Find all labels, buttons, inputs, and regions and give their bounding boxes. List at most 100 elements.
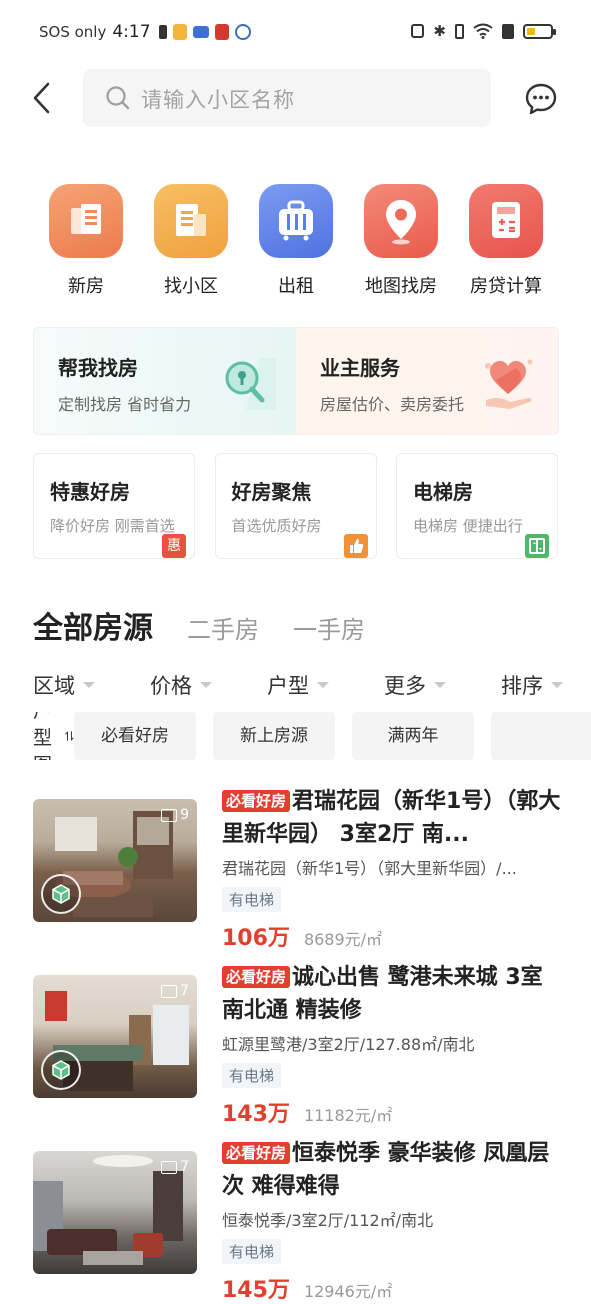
feature-cards: 特惠好房 降价好房 刚需首选 惠 好房聚焦 首选优质好房 电梯房 电梯房 便捷出… (33, 453, 558, 559)
elevator-tag: 有电梯 (222, 887, 282, 912)
unit-price: 8689元/㎡ (303, 930, 383, 949)
filter-more[interactable]: 更多 (384, 670, 446, 700)
new-house-icon (49, 184, 123, 258)
caret-down-icon (83, 682, 95, 688)
must-see-tag: 必看好房 (222, 1142, 291, 1164)
battery-icon (523, 23, 556, 39)
price-line: 106万 8689元/㎡ (222, 920, 562, 952)
quick-entry-map[interactable]: 地图找房 (349, 184, 453, 298)
quick-entry-community[interactable]: 找小区 (139, 184, 243, 298)
caret-down-icon (317, 682, 329, 688)
photo-count: 7 (161, 1159, 189, 1175)
listing-subtitle: 虹源里鹭港/3室2厅/127.88㎡/南北 (222, 1035, 475, 1054)
photo-count: 9 (161, 807, 189, 823)
listing-item[interactable]: 9 必看好房 君瑞花园（新华1号）（郭大里新华园） 3室2厅 南... 君瑞花园（… (33, 789, 573, 951)
vr-tour-icon[interactable] (41, 1050, 81, 1090)
quick-entry-label: 房贷计算 (470, 276, 542, 297)
listing-info: 必看好房 君瑞花园（新华1号）（郭大里新华园） 3室2厅 南... 君瑞花园（新华… (222, 785, 562, 952)
quick-entry-rent[interactable]: 出租 (244, 184, 348, 298)
listing-photo[interactable]: 7 (33, 975, 197, 1098)
unit-price: 12946元/㎡ (303, 1282, 393, 1301)
quick-entry-loan-calculator[interactable]: 房贷计算 (454, 184, 558, 298)
filter-area[interactable]: 区域 (33, 670, 95, 700)
sim-icon (158, 25, 167, 39)
chip-must-see[interactable]: 必看好房 (74, 712, 197, 760)
tab-new-house[interactable]: 一手房 (293, 610, 365, 645)
tab-all-listings[interactable]: 全部房源 (33, 603, 153, 647)
filter-price[interactable]: 价格 (150, 670, 212, 700)
alert-icon (502, 23, 514, 39)
caret-down-icon (551, 682, 563, 688)
clock-time: 4:17 (112, 22, 151, 42)
quick-entry-label: 地图找房 (365, 276, 437, 297)
vibrate-icon (455, 23, 464, 39)
caret-down-icon (434, 682, 446, 688)
price-line: 145万 12946元/㎡ (222, 1272, 562, 1304)
filter-label: 户型 (267, 674, 309, 698)
total-price: 145万 (222, 1278, 290, 1303)
filter-sort[interactable]: 排序 (501, 670, 563, 700)
listing-subtitle: 恒泰悦季/3室2厅/112㎡/南北 (222, 1211, 434, 1230)
notification-app-icon (172, 24, 187, 40)
quick-filter-chips: 户型图 必看好房 新上房源 满两年 (33, 712, 591, 760)
filter-label: 排序 (501, 674, 543, 698)
feature-card-discount[interactable]: 特惠好房 降价好房 刚需首选 惠 (33, 453, 195, 559)
photo-gallery-icon (161, 984, 178, 998)
elevator-tag: 有电梯 (222, 1063, 282, 1088)
elevator-badge-icon (525, 534, 549, 558)
thumbs-up-badge-icon (343, 534, 368, 558)
quick-entry-new-house[interactable]: 新房 (34, 184, 138, 298)
search-icon (106, 86, 130, 110)
photo-gallery-icon (161, 1160, 178, 1174)
search-placeholder: 请输入小区名称 (141, 88, 295, 112)
listing-subtitle: 君瑞花园（新华1号）（郭大里新华园）/... (222, 859, 517, 878)
chip-new-listings[interactable]: 新上房源 (213, 712, 336, 760)
feature-card-focus[interactable]: 好房聚焦 首选优质好房 (214, 453, 377, 559)
layout-sort-toggle[interactable]: 户型图 (33, 712, 74, 760)
search-input[interactable]: 请输入小区名称 (83, 69, 491, 127)
back-arrow-icon[interactable] (28, 80, 58, 116)
total-price: 106万 (222, 926, 290, 951)
vr-tour-icon[interactable] (41, 874, 81, 914)
must-see-tag: 必看好房 (222, 966, 291, 988)
bluetooth-icon: ✱ (433, 22, 446, 40)
community-icon (154, 184, 228, 258)
service-banner: 帮我找房 定制找房 省时省力 业主服务 房屋估价、卖房委托 (33, 327, 559, 435)
heart-hand-icon (485, 359, 533, 409)
tab-second-hand[interactable]: 二手房 (187, 610, 259, 645)
photo-count: 7 (161, 983, 189, 999)
feature-card-subtitle: 电梯房 便捷出行 (413, 517, 523, 535)
rent-icon (259, 184, 333, 258)
listing-title[interactable]: 必看好房 君瑞花园（新华1号）（郭大里新华园） 3室2厅 南... (222, 785, 562, 851)
feature-card-title: 电梯房 (413, 480, 473, 504)
filter-layout[interactable]: 户型 (267, 670, 329, 700)
quick-entry-label: 出租 (278, 276, 314, 297)
listing-photo[interactable]: 9 (33, 799, 197, 922)
map-pin-icon (364, 184, 438, 258)
filter-label: 区域 (33, 674, 75, 698)
feature-card-title: 特惠好房 (50, 480, 130, 504)
layout-sort-label: 户型图 (33, 712, 53, 760)
filter-bar: 区域 价格 户型 更多 排序 (33, 670, 563, 700)
feature-card-elevator[interactable]: 电梯房 电梯房 便捷出行 (396, 453, 558, 559)
message-icon[interactable] (524, 82, 558, 116)
wifi-icon (473, 23, 493, 39)
listing-info: 必看好房 诚心出售 鹭港未来城 3室 南北通 精装修 虹源里鹭港/3室2厅/127… (222, 961, 562, 1128)
listing-title[interactable]: 必看好房 诚心出售 鹭港未来城 3室 南北通 精装修 (222, 961, 562, 1027)
listing-item[interactable]: 7 必看好房 恒泰悦季 豪华装修 凤凰层次 难得难得 恒泰悦季/3室2厅/112㎡… (33, 1141, 573, 1304)
photo-count-text: 9 (180, 807, 189, 823)
chip-two-years[interactable]: 满两年 (352, 712, 475, 760)
help-find-house-card[interactable]: 帮我找房 定制找房 省时省力 (34, 328, 296, 434)
listing-title[interactable]: 必看好房 恒泰悦季 豪华装修 凤凰层次 难得难得 (222, 1137, 562, 1203)
chip-more[interactable] (491, 712, 591, 760)
carrier-text: SOS only (39, 23, 107, 41)
listing-photo[interactable]: 7 (33, 1151, 197, 1274)
owner-service-card[interactable]: 业主服务 房屋估价、卖房委托 (296, 328, 558, 434)
quick-entry-grid: 新房 找小区 出租 地图找房 房贷计算 (34, 184, 558, 298)
feature-card-subtitle: 降价好房 刚需首选 (50, 517, 175, 535)
photo-gallery-icon (161, 808, 178, 822)
filter-label: 价格 (150, 674, 192, 698)
listing-item[interactable]: 7 必看好房 诚心出售 鹭港未来城 3室 南北通 精装修 虹源里鹭港/3室2厅/1… (33, 965, 573, 1127)
unit-price: 11182元/㎡ (303, 1106, 393, 1125)
quick-entry-label: 找小区 (164, 276, 218, 297)
